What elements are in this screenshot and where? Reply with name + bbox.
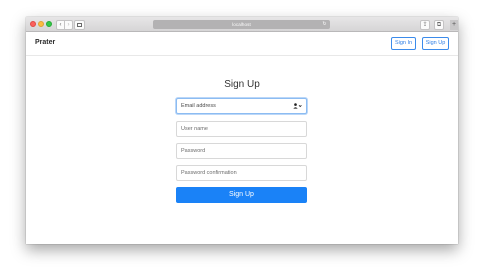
sidebar-toggle-button[interactable] [74, 20, 85, 30]
zoom-window-button[interactable] [46, 21, 52, 27]
username-placeholder: User name [181, 126, 208, 132]
new-tab-button[interactable]: + [450, 20, 458, 30]
site-navbar: Prater Sign In Sign Up [26, 32, 458, 56]
password-field[interactable]: Password [176, 143, 307, 159]
reload-icon[interactable]: ↻ [322, 22, 327, 27]
sidebar-icon [77, 23, 82, 27]
minimize-window-button[interactable] [38, 21, 44, 27]
username-field[interactable]: User name [176, 121, 307, 137]
address-bar[interactable]: localhost ↻ [153, 20, 330, 29]
contact-card-icon[interactable] [293, 103, 302, 109]
sign-up-nav-button[interactable]: Sign Up [422, 37, 449, 50]
share-button[interactable]: ⇪ [420, 20, 430, 30]
page-title: Sign Up [224, 79, 260, 90]
sign-in-button[interactable]: Sign In [391, 37, 416, 50]
email-field[interactable]: Email address [176, 98, 307, 114]
plus-icon: + [451, 21, 457, 28]
tabs-icon: ⧉ [436, 22, 442, 28]
brand-logo[interactable]: Prater [35, 39, 55, 46]
chevron-right-icon: › [67, 22, 70, 28]
password-placeholder: Password [181, 148, 206, 154]
sign-up-submit-button[interactable]: Sign Up [176, 187, 307, 203]
address-text: localhost [232, 22, 251, 27]
chevron-left-icon: ‹ [59, 22, 62, 28]
browser-window: ‹ › localhost ↻ ⇪ ⧉ + Prater Sign In Sig… [26, 17, 458, 244]
password-confirmation-placeholder: Password confirmation [181, 170, 237, 176]
email-placeholder: Email address [181, 103, 216, 109]
show-tabs-button[interactable]: ⧉ [434, 20, 444, 30]
share-icon: ⇪ [422, 22, 428, 28]
close-window-button[interactable] [30, 21, 36, 27]
forward-button[interactable]: › [64, 20, 73, 30]
browser-toolbar: ‹ › localhost ↻ ⇪ ⧉ + [26, 17, 458, 32]
password-confirmation-field[interactable]: Password confirmation [176, 165, 307, 181]
